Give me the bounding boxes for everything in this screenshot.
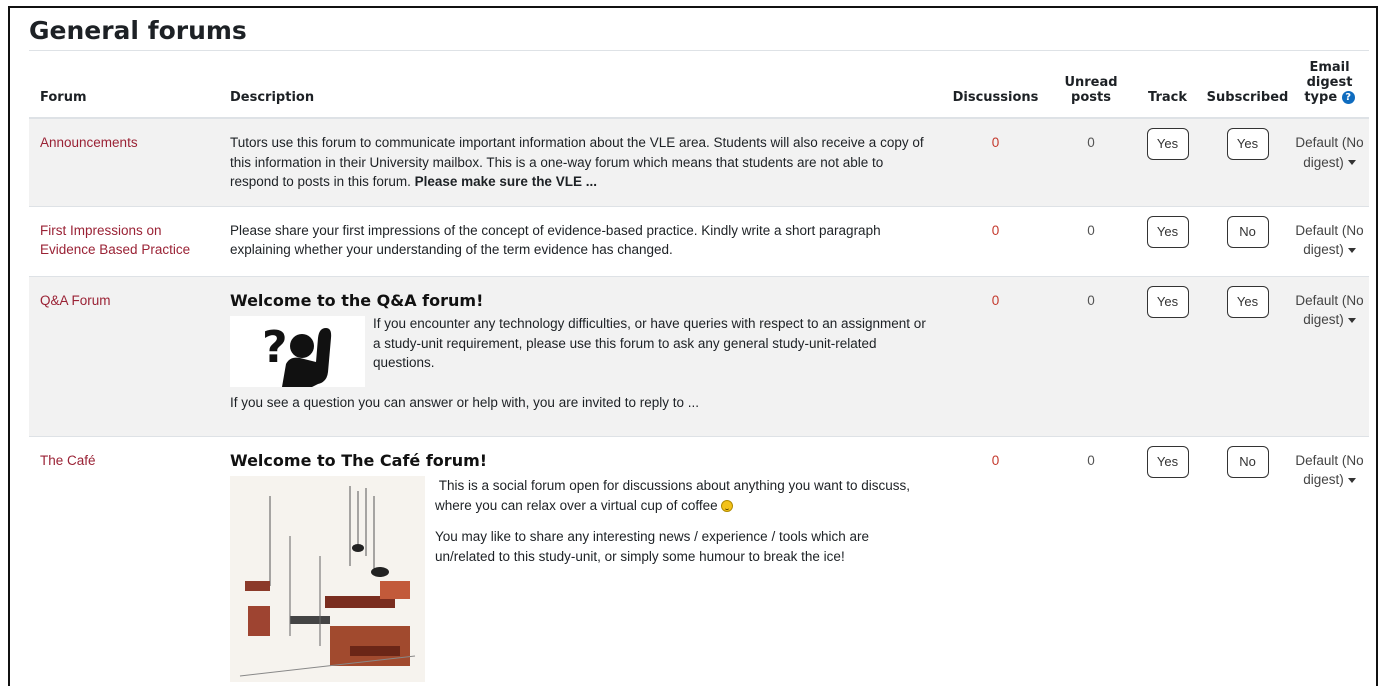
post-heading: Welcome to the Q&A forum!	[230, 290, 484, 310]
unread-count: 0	[1052, 117, 1130, 206]
cafe-sketch-image	[230, 476, 425, 682]
caret-down-icon	[1347, 477, 1356, 483]
svg-text:?: ?	[262, 322, 288, 373]
col-header-description: Description	[219, 58, 939, 119]
unread-count: 0	[1052, 275, 1130, 436]
track-toggle-button[interactable]: Yes	[1146, 215, 1189, 248]
table-row: Q&A Forum Welcome to the Q&A forum! ? If…	[29, 275, 1369, 436]
col-header-unread-line2: posts	[1071, 90, 1111, 105]
col-header-unread-line1: Unread	[1064, 75, 1118, 90]
col-header-unread: Unread posts	[1052, 58, 1130, 119]
cafe-para-1-text: This is a social forum open for discussi…	[435, 478, 911, 513]
discussions-count-link[interactable]: 0	[992, 223, 1000, 238]
forum-description: Welcome to the Q&A forum! ? If you encou…	[219, 275, 939, 436]
question-circle-icon[interactable]: ?	[1341, 91, 1355, 104]
discussions-count-link[interactable]: 0	[992, 135, 1000, 150]
caret-down-icon	[1347, 247, 1356, 253]
track-toggle-button[interactable]: Yes	[1146, 445, 1189, 478]
digest-dropdown[interactable]: Default (No digest)	[1290, 117, 1369, 206]
table-row: Announcements Tutors use this forum to c…	[29, 117, 1369, 206]
cafe-para-1: This is a social forum open for discussi…	[435, 476, 931, 515]
track-toggle-button[interactable]: Yes	[1146, 128, 1189, 160]
subscribed-toggle-button[interactable]: No	[1226, 445, 1269, 478]
caret-down-icon	[1347, 317, 1356, 323]
col-header-discussions: Discussions	[939, 58, 1052, 119]
col-header-forum[interactable]: Forum	[29, 58, 219, 119]
table-row: First Impressions on Evidence Based Prac…	[29, 205, 1369, 276]
digest-dropdown[interactable]: Default (No digest)	[1290, 205, 1369, 276]
subscribed-toggle-button[interactable]: No	[1226, 215, 1269, 248]
col-header-digest: Email digest type ?	[1290, 58, 1369, 119]
forum-description: Please share your first impressions of t…	[219, 205, 939, 276]
digest-dropdown[interactable]: Default (No digest)	[1290, 275, 1369, 436]
digest-dropdown[interactable]: Default (No digest)	[1290, 435, 1369, 686]
subscribed-toggle-button[interactable]: Yes	[1226, 128, 1269, 160]
forum-link-cafe[interactable]: The Café	[40, 453, 96, 468]
smiley-icon	[721, 499, 734, 512]
forums-table: Forum Description Discussions Unread pos…	[29, 58, 1369, 686]
post-heading: Welcome to The Café forum!	[230, 450, 488, 470]
forum-link-first-impressions[interactable]: First Impressions on Evidence Based Prac…	[40, 223, 190, 258]
discussions-count-link[interactable]: 0	[992, 293, 1000, 308]
unread-count: 0	[1052, 435, 1130, 686]
forum-link-announcements[interactable]: Announcements	[40, 135, 138, 150]
qa-footer-text: If you see a question you can answer or …	[230, 395, 700, 410]
question-person-raising-hand-icon: ?	[230, 316, 365, 387]
forum-link-qa[interactable]: Q&A Forum	[40, 293, 111, 308]
qa-side-text: If you encounter any technology difficul…	[373, 316, 926, 370]
unread-count: 0	[1052, 205, 1130, 276]
forum-description: Welcome to The Café forum! This is a soc…	[219, 435, 939, 686]
col-header-track: Track	[1130, 58, 1205, 119]
table-row: The Café Welcome to The Café forum! This…	[29, 435, 1369, 686]
track-toggle-button[interactable]: Yes	[1146, 285, 1189, 318]
discussions-count-link[interactable]: 0	[992, 453, 1000, 468]
col-header-digest-line1: Email digest	[1306, 60, 1353, 90]
page-title: General forums	[29, 16, 247, 45]
subscribed-toggle-button[interactable]: Yes	[1226, 285, 1269, 318]
cafe-para-2: You may like to share any interesting ne…	[435, 529, 869, 564]
caret-down-icon	[1347, 160, 1356, 166]
cafe-text: This is a social forum open for discussi…	[433, 476, 931, 682]
col-header-digest-line2: type	[1304, 90, 1338, 105]
forum-description: Tutors use this forum to communicate imp…	[219, 117, 939, 206]
description-bold: Please make sure the VLE ...	[414, 174, 597, 189]
title-divider	[29, 50, 1369, 51]
col-header-subscribed: Subscribed	[1205, 58, 1290, 119]
table-header-row: Forum Description Discussions Unread pos…	[29, 58, 1369, 119]
page-frame: General forums Forum Description Discuss…	[8, 6, 1378, 686]
